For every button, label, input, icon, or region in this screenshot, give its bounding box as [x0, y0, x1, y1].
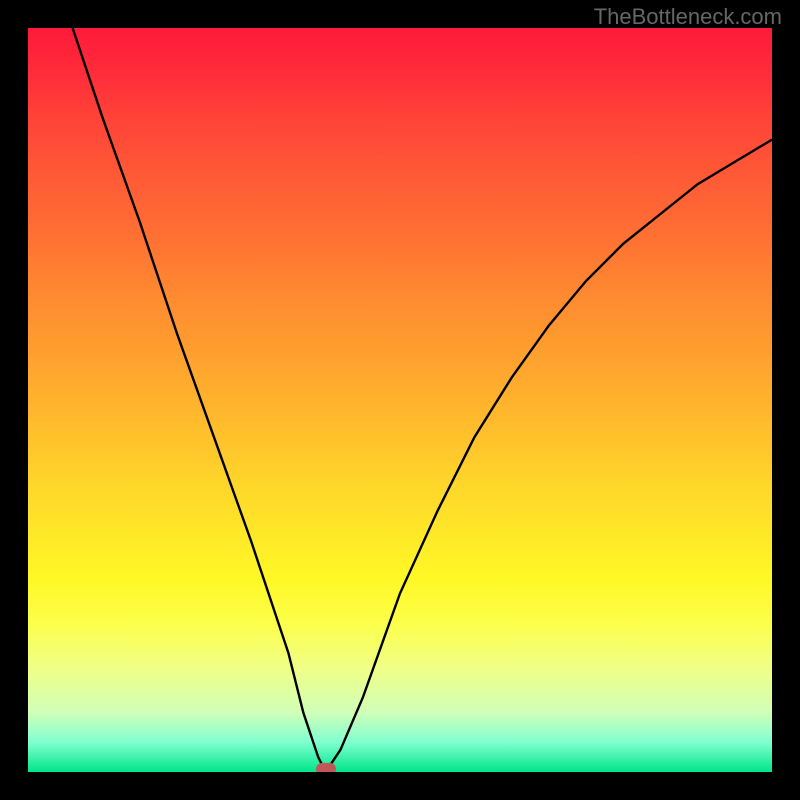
- optimum-marker: [316, 763, 336, 772]
- curve-svg: [28, 28, 772, 772]
- plot-area: [28, 28, 772, 772]
- bottleneck-curve: [73, 28, 772, 772]
- watermark-text: TheBottleneck.com: [594, 4, 782, 30]
